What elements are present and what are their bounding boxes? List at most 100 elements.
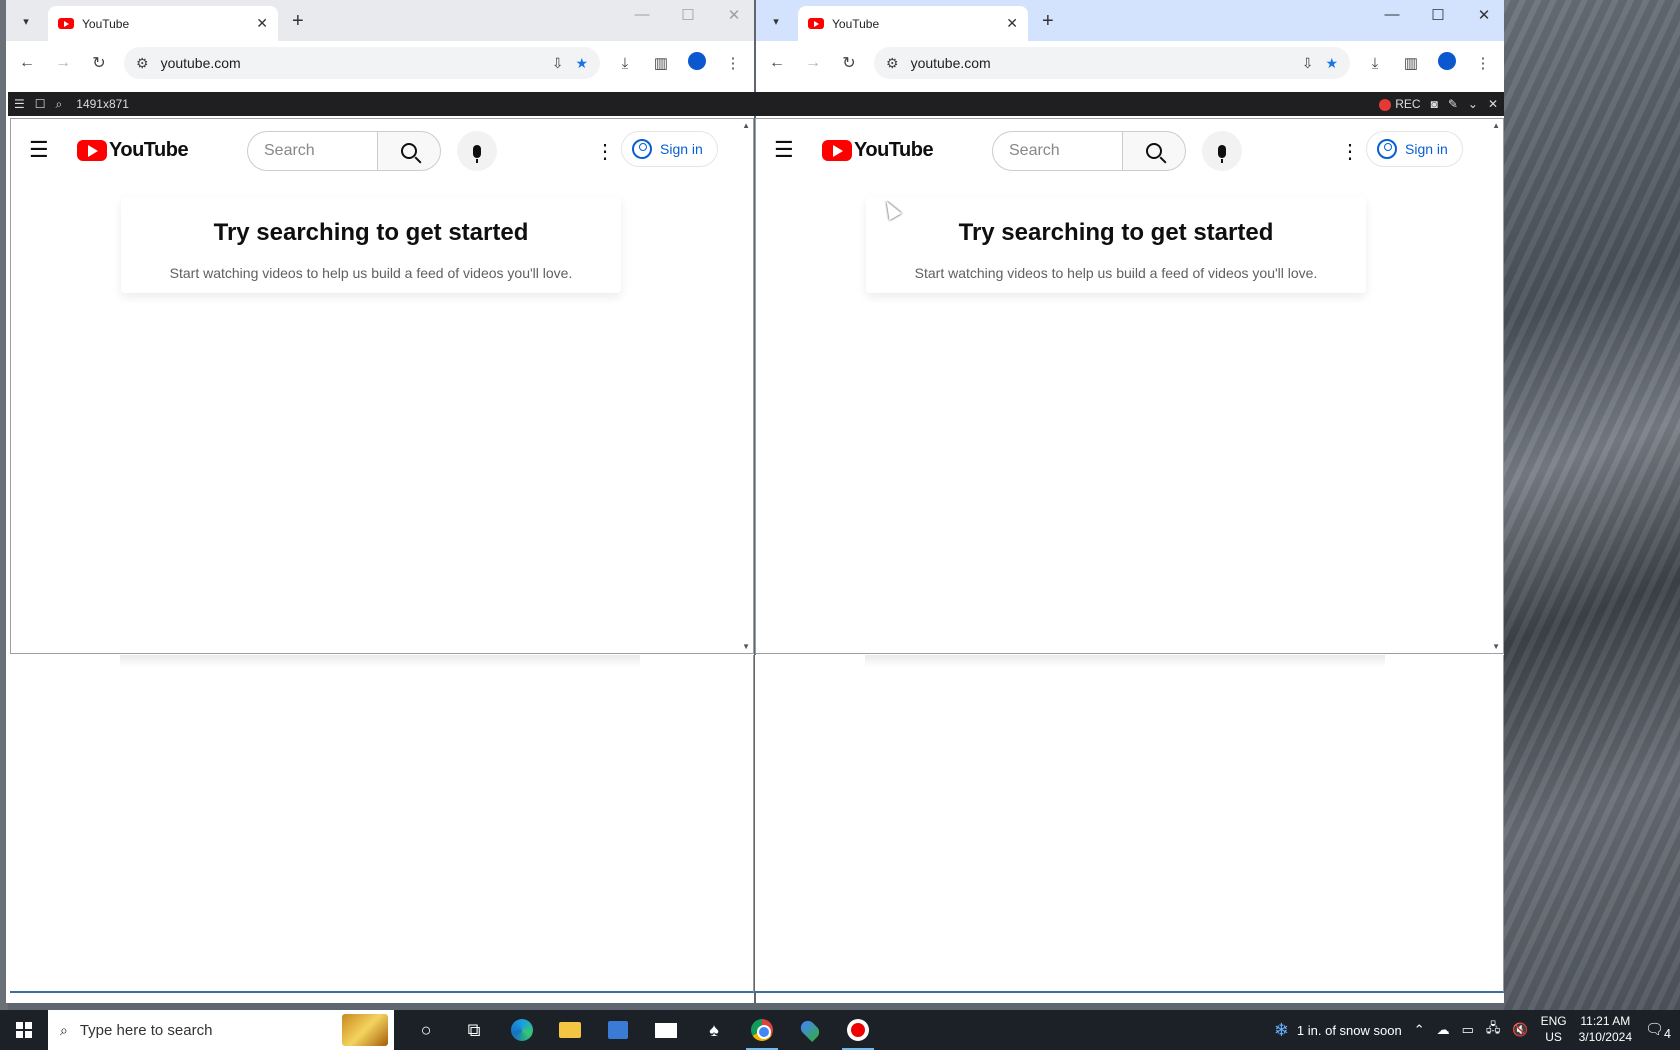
network-offline-icon[interactable]: ☁ [1437, 1022, 1450, 1038]
scroll-up-arrow-icon[interactable]: ▲ [742, 121, 750, 130]
tab-close-icon[interactable]: ✕ [256, 15, 268, 32]
card-title: Try searching to get started [213, 219, 529, 246]
search-input[interactable]: Search [992, 131, 1122, 171]
notification-center-icon[interactable]: 🗨4 [1644, 1020, 1672, 1041]
network-icon[interactable]: 🖧 [1486, 1019, 1501, 1041]
address-bar[interactable]: ⚙ youtube.com ⇩ ★ [124, 47, 600, 79]
tab-close-icon[interactable]: ✕ [1006, 15, 1018, 32]
voice-search-button[interactable] [1202, 131, 1242, 171]
settings-kebab-icon[interactable]: ⋮ [1340, 139, 1360, 164]
clock[interactable]: 11:21 AM 3/10/2024 [1579, 1014, 1632, 1045]
recorder-close-icon[interactable]: ✕ [1488, 97, 1498, 111]
hamburger-menu-icon[interactable]: ☰ [29, 137, 57, 163]
microphone-icon [473, 144, 481, 163]
side-panel-icon[interactable]: ▥ [650, 54, 672, 72]
recorder-camera-icon[interactable]: ◙ [1431, 97, 1438, 111]
menu-kebab-icon[interactable]: ⋮ [1472, 54, 1494, 72]
screen-recorder-icon[interactable] [834, 1010, 882, 1050]
search-input[interactable]: Search [247, 131, 377, 171]
weather-text: 1 in. of snow soon [1296, 1022, 1402, 1038]
weather-widget[interactable]: ❄ 1 in. of snow soon [1274, 1020, 1402, 1041]
maximize-button[interactable]: ☐ [1426, 6, 1450, 24]
install-app-icon[interactable]: ⇩ [552, 55, 564, 72]
youtube-play-icon [822, 139, 852, 161]
recorder-record-button[interactable]: REC [1379, 97, 1421, 111]
scroll-down-arrow-icon[interactable]: ▼ [742, 642, 750, 651]
tab-youtube[interactable]: YouTube ✕ [798, 6, 1028, 41]
tab-strip: ▾ YouTube ✕ + — ☐ ✕ [6, 0, 754, 41]
reload-button[interactable]: ↻ [88, 53, 110, 73]
clock-date: 3/10/2024 [1578, 1030, 1632, 1044]
bookmark-star-icon[interactable]: ★ [1325, 55, 1338, 72]
language-code: ENG [1540, 1014, 1567, 1029]
search-button[interactable] [1122, 131, 1186, 171]
bookmark-star-icon[interactable]: ★ [575, 55, 588, 72]
search-button[interactable] [377, 131, 441, 171]
solitaire-icon[interactable]: ♠ [690, 1010, 738, 1050]
tab-search-button[interactable]: ▾ [12, 7, 40, 35]
downloads-icon[interactable]: ⤓ [614, 55, 636, 72]
sign-in-label: Sign in [1405, 141, 1448, 157]
address-bar[interactable]: ⚙ youtube.com ⇩ ★ [874, 47, 1350, 79]
recorder-zoom-icon[interactable]: ⌕ [56, 97, 63, 112]
new-tab-button[interactable]: + [292, 10, 304, 33]
youtube-favicon-icon [808, 18, 824, 29]
back-button[interactable]: ← [16, 54, 38, 72]
file-explorer-icon[interactable] [546, 1010, 594, 1050]
snowflake-icon: ❄ [1273, 1019, 1289, 1040]
url-text[interactable]: youtube.com [161, 55, 540, 71]
reload-button[interactable]: ↻ [838, 53, 860, 73]
back-button[interactable]: ← [766, 54, 788, 72]
close-window-button[interactable]: ✕ [722, 6, 746, 24]
profile-icon[interactable] [1436, 52, 1458, 74]
maps-icon[interactable] [786, 1010, 834, 1050]
tab-strip: ▾ YouTube ✕ + — ☐ ✕ [756, 0, 1504, 41]
url-text[interactable]: youtube.com [911, 55, 1290, 71]
taskbar-search-box[interactable]: ⌕ Type here to search [48, 1010, 394, 1050]
recorder-collapse-icon[interactable]: ⌄ [1468, 97, 1478, 111]
sign-in-button[interactable]: Sign in [1366, 131, 1463, 167]
cortana-icon[interactable]: ○ [402, 1010, 450, 1050]
recorder-dimensions: 1491x871 [76, 97, 129, 111]
voice-search-button[interactable] [457, 131, 497, 171]
meet-now-icon[interactable]: ▭ [1462, 1022, 1474, 1038]
side-panel-icon[interactable]: ▥ [1400, 54, 1422, 72]
scroll-up-arrow-icon[interactable]: ▲ [1492, 121, 1500, 130]
forward-button[interactable]: → [802, 54, 824, 72]
settings-kebab-icon[interactable]: ⋮ [595, 139, 615, 164]
sign-in-button[interactable]: Sign in [621, 131, 718, 167]
scroll-down-arrow-icon[interactable]: ▼ [1492, 642, 1500, 651]
new-tab-button[interactable]: + [1042, 10, 1054, 33]
close-window-button[interactable]: ✕ [1472, 6, 1496, 24]
install-app-icon[interactable]: ⇩ [1302, 55, 1314, 72]
taskbar-search-placeholder: Type here to search [79, 1021, 213, 1039]
volume-muted-icon[interactable]: 🔇 [1512, 1022, 1528, 1038]
recorder-pen-icon[interactable]: ✎ [1448, 97, 1458, 111]
recorder-region-icon[interactable]: ☐ [35, 97, 46, 111]
maximize-button[interactable]: ☐ [676, 6, 700, 24]
search-icon [401, 143, 417, 159]
youtube-logo[interactable]: YouTube [822, 138, 934, 162]
hamburger-menu-icon[interactable]: ☰ [774, 137, 802, 163]
youtube-logo[interactable]: YouTube [77, 139, 189, 162]
forward-button[interactable]: → [52, 54, 74, 72]
downloads-icon[interactable]: ⤓ [1364, 55, 1386, 72]
youtube-logo-text: YouTube [854, 138, 934, 161]
task-view-icon[interactable]: ⧉ [450, 1010, 498, 1050]
mail-icon[interactable] [642, 1010, 690, 1050]
show-hidden-icons-chevron-icon[interactable]: ⌃ [1414, 1022, 1425, 1038]
input-language[interactable]: ENG US [1541, 1014, 1567, 1045]
site-info-icon[interactable]: ⚙ [136, 55, 149, 72]
tab-search-button[interactable]: ▾ [762, 7, 790, 35]
site-info-icon[interactable]: ⚙ [886, 55, 899, 72]
chrome-icon[interactable] [738, 1010, 786, 1050]
edge-icon[interactable] [498, 1010, 546, 1050]
microsoft-store-icon[interactable] [594, 1010, 642, 1050]
profile-icon[interactable] [686, 52, 708, 74]
minimize-button[interactable]: — [1380, 6, 1404, 24]
recorder-menu-icon[interactable]: ☰ [14, 97, 25, 111]
minimize-button[interactable]: — [630, 6, 654, 24]
start-button[interactable] [0, 1010, 48, 1050]
menu-kebab-icon[interactable]: ⋮ [722, 54, 744, 72]
tab-youtube[interactable]: YouTube ✕ [48, 6, 278, 41]
